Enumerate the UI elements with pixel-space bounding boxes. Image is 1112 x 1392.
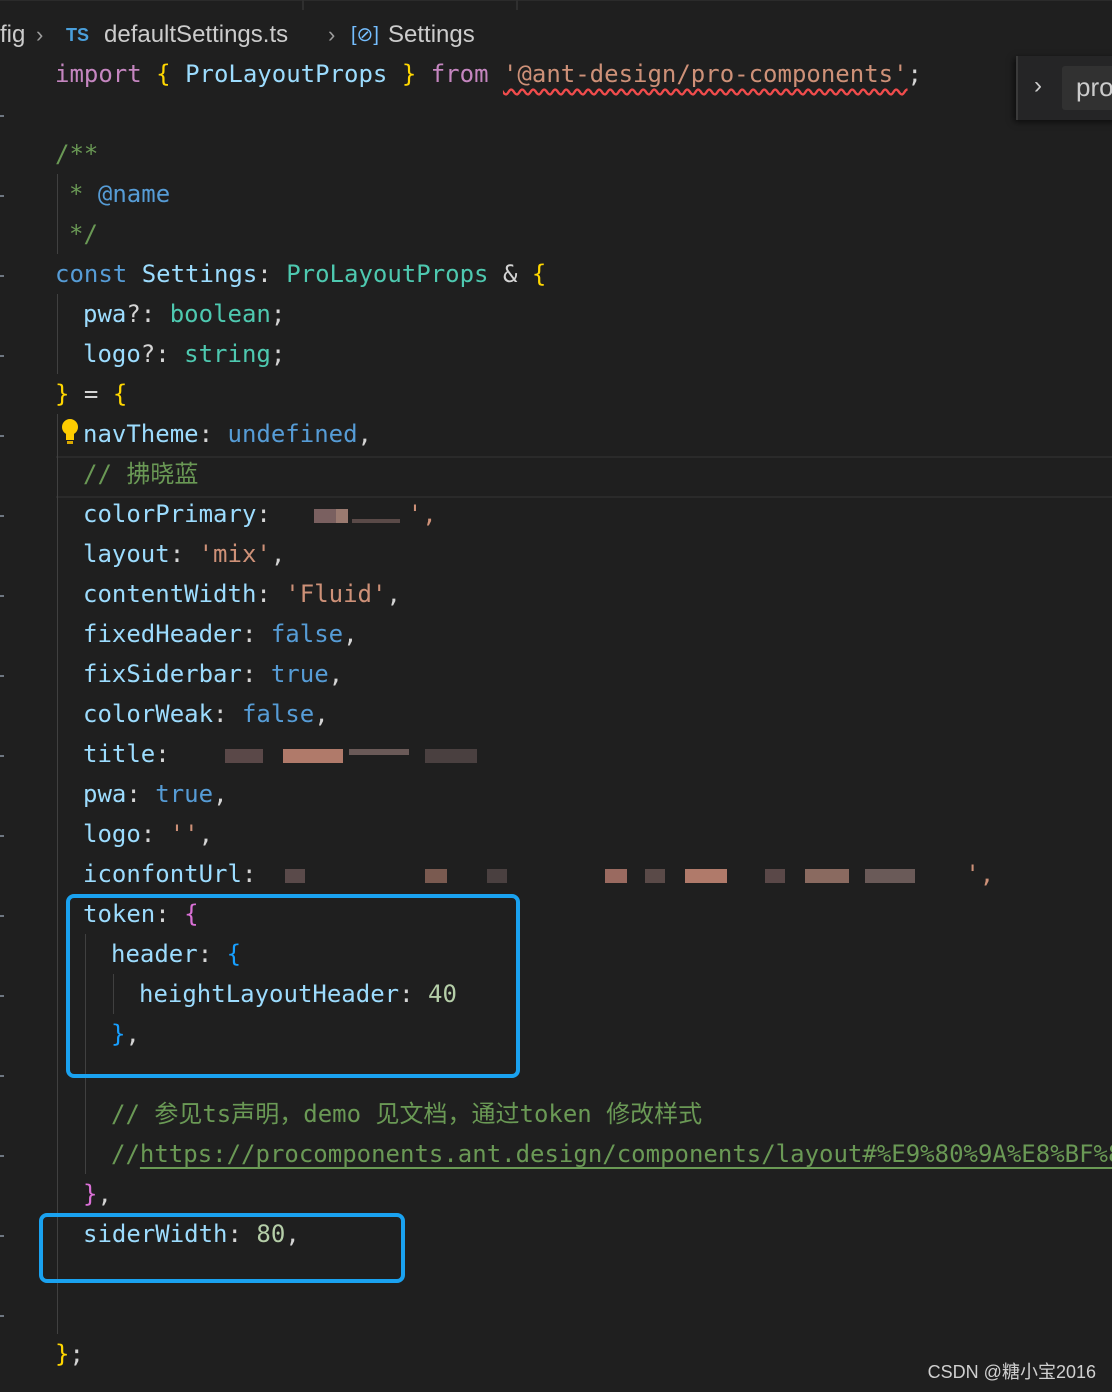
- error-squiggle: '@ant-design/pro-components': [502, 60, 908, 88]
- code-line: // 拂晓蓝: [83, 460, 199, 488]
- highlight-box-siderwidth: [39, 1213, 405, 1283]
- code-line: pwa?: boolean;: [83, 300, 286, 328]
- code-line: contentWidth: 'Fluid',: [83, 580, 401, 608]
- indent-guide: [57, 294, 58, 374]
- code-line: */: [69, 220, 98, 248]
- code-line: import { ProLayoutProps } from '@ant-des…: [55, 60, 922, 88]
- symbol-variable-icon: [⊘]: [351, 24, 379, 46]
- breadcrumb: fig › TS defaultSettings.ts › [⊘] Settin…: [0, 18, 1112, 52]
- code-line: //https://procomponents.ant.design/compo…: [111, 1134, 1112, 1174]
- code-line: iconfontUrl: ',: [83, 860, 995, 888]
- code-line: fixSiderbar: true,: [83, 660, 344, 688]
- highlight-box-token: [66, 894, 520, 1078]
- indent-guide: [57, 414, 58, 1334]
- code-line: const Settings: ProLayoutProps & {: [55, 260, 547, 288]
- lightbulb-icon[interactable]: [61, 417, 79, 447]
- code-line: layout: 'mix',: [83, 540, 286, 568]
- indent-guide: [57, 174, 58, 254]
- breadcrumb-symbol[interactable]: Settings: [388, 18, 475, 52]
- code-line: fixedHeader: false,: [83, 620, 358, 648]
- code-line: navTheme: undefined,: [83, 420, 372, 448]
- code-line: },: [83, 1180, 112, 1208]
- breadcrumb-file[interactable]: defaultSettings.ts: [104, 18, 288, 52]
- redacted-value: [300, 505, 408, 525]
- chevron-right-icon: ›: [36, 22, 44, 47]
- code-line: pwa: true,: [83, 780, 228, 808]
- watermark: CSDN @糖小宝2016: [927, 1362, 1096, 1382]
- typescript-file-icon: TS: [66, 25, 90, 45]
- comment-link[interactable]: https://procomponents.ant.design/compone…: [140, 1140, 1112, 1168]
- code-line: } = {: [55, 380, 128, 408]
- redacted-value: [199, 745, 499, 765]
- breadcrumb-folder[interactable]: fig: [0, 18, 25, 52]
- code-line: colorPrimary: ',: [83, 500, 437, 528]
- chevron-right-icon: ›: [328, 22, 336, 47]
- code-line: logo?: string;: [83, 340, 286, 368]
- code-line: logo: '',: [83, 820, 214, 848]
- code-line: title:: [83, 734, 1112, 774]
- code-line: colorWeak: false,: [83, 700, 329, 728]
- redacted-value: [285, 865, 965, 885]
- editor-tab-strip-edge: [0, 0, 1112, 10]
- code-line: // 参见ts声明，demo 见文档，通过token 修改样式: [111, 1100, 703, 1128]
- code-line: * @name: [69, 180, 171, 208]
- code-line: /**: [55, 140, 99, 168]
